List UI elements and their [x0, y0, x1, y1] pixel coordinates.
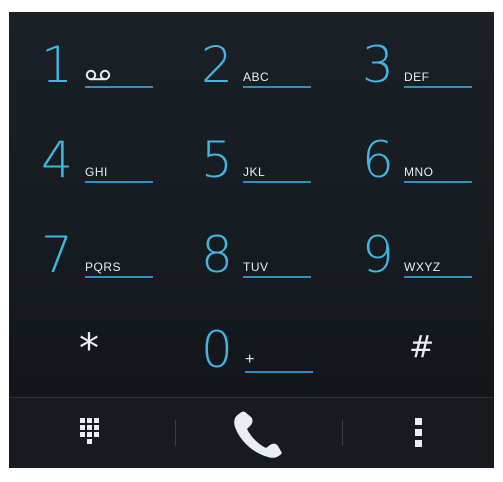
- key-underline: [243, 276, 311, 278]
- key-0[interactable]: 0 +: [201, 325, 351, 405]
- key-6[interactable]: 6 MNO: [362, 135, 494, 215]
- key-letters: GHI: [85, 165, 108, 179]
- key-digit: 7: [41, 226, 73, 284]
- key-digit: #: [409, 330, 435, 365]
- key-letters: WXYZ: [404, 260, 441, 274]
- key-digit: 4: [41, 131, 73, 189]
- key-digit: 9: [362, 226, 394, 284]
- key-9[interactable]: 9 WXYZ: [362, 230, 494, 310]
- key-underline: [245, 371, 313, 373]
- action-divider: [175, 420, 176, 446]
- key-underline: [85, 276, 153, 278]
- key-underline: [404, 86, 472, 88]
- key-letters: MNO: [404, 165, 434, 179]
- key-digit: 8: [201, 226, 233, 284]
- key-digit: 6: [362, 131, 394, 189]
- key-1[interactable]: 1: [41, 40, 191, 120]
- key-letters: TUV: [243, 260, 269, 274]
- key-digit: 3: [362, 36, 394, 94]
- key-letters: ABC: [243, 70, 270, 84]
- key-underline: [243, 86, 311, 88]
- key-4[interactable]: 4 GHI: [41, 135, 191, 215]
- key-digit: 0: [201, 321, 233, 379]
- voicemail-icon: [85, 68, 111, 86]
- key-digit: 5: [201, 131, 233, 189]
- dialpad-icon[interactable]: [80, 418, 100, 453]
- key-underline: [85, 86, 153, 88]
- call-icon[interactable]: [229, 408, 287, 465]
- key-underline: [404, 276, 472, 278]
- key-3[interactable]: 3 DEF: [362, 40, 494, 120]
- key-2[interactable]: 2 ABC: [201, 40, 351, 120]
- dialer-keypad: 1 2 ABC 3 DEF 4 GHI 5 JKL 6 MNO 7 PQRS 8…: [9, 12, 494, 468]
- key-underline: [243, 181, 311, 183]
- key-8[interactable]: 8 TUV: [201, 230, 351, 310]
- key-underline: [85, 181, 153, 183]
- key-underline: [404, 181, 472, 183]
- key-letters: PQRS: [85, 260, 122, 274]
- action-divider: [342, 420, 343, 446]
- key-5[interactable]: 5 JKL: [201, 135, 351, 215]
- key-letters: JKL: [243, 165, 266, 179]
- key-letters: DEF: [404, 70, 430, 84]
- overflow-menu-icon[interactable]: [415, 418, 423, 453]
- key-digit: *: [79, 326, 99, 372]
- action-bar: [9, 397, 494, 468]
- key-letters: +: [245, 351, 255, 368]
- key-7[interactable]: 7 PQRS: [41, 230, 191, 310]
- key-digit: 1: [41, 36, 73, 94]
- key-digit: 2: [201, 36, 233, 94]
